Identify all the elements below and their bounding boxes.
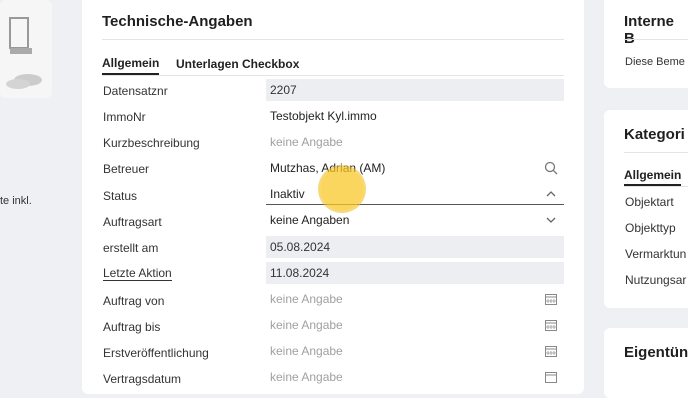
kategorie-item: Objektart: [625, 195, 674, 209]
status-select[interactable]: Inaktiv: [266, 183, 564, 205]
kategorie-tabs-divider: [624, 186, 688, 187]
label-immonr: ImmoNr: [103, 110, 146, 124]
kurzbeschreibung-field[interactable]: keine Angabe: [266, 131, 564, 153]
interne-text: Diese Beme: [625, 56, 685, 68]
label-letzte-aktion[interactable]: Letzte Aktion: [103, 267, 172, 281]
label-datensatznr: Datensatznr: [103, 84, 168, 98]
kategorie-title: Kategori: [624, 126, 685, 143]
tab-allgemein[interactable]: Allgemein: [102, 56, 159, 70]
title-divider: [102, 39, 564, 40]
label-auftragsart: Auftragsart: [103, 215, 162, 229]
kategorie-item: Vermarktun: [625, 247, 687, 261]
image-placeholder-icon: [6, 17, 42, 89]
status-value: Inaktiv: [270, 187, 305, 201]
interne-title: Interne B: [624, 13, 675, 47]
label-auftrag-bis: Auftrag bis: [103, 320, 161, 334]
image-thumbnail: [0, 0, 52, 98]
erstveroeffentlichung-field[interactable]: keine Angabe: [266, 340, 564, 362]
label-auftrag-von: Auftrag von: [103, 294, 165, 308]
label-erstellt-am: erstellt am: [103, 241, 159, 255]
kategorie-item: Nutzungsar: [625, 273, 687, 287]
card-title: Technische-Angaben: [102, 13, 253, 30]
tabs-divider: [102, 75, 564, 76]
auftrag-von-placeholder: keine Angabe: [270, 292, 343, 306]
vertragsdatum-field[interactable]: keine Angabe: [266, 366, 564, 384]
immonr-field[interactable]: Testobjekt Kyl.immo: [266, 105, 564, 127]
auftrag-von-field[interactable]: keine Angabe: [266, 288, 564, 310]
label-status: Status: [103, 189, 138, 203]
eigentuemer-card: [604, 328, 688, 398]
auftragsart-value: keine Angaben: [270, 213, 350, 227]
interne-divider: [624, 39, 688, 40]
eigentuemer-title: Eigentün: [624, 344, 688, 361]
kategorie-tab-allgemein[interactable]: Allgemein: [624, 168, 681, 182]
erstveroeffentlichung-placeholder: keine Angabe: [270, 344, 343, 358]
vertragsdatum-placeholder: keine Angabe: [270, 370, 343, 384]
calendar-icon[interactable]: [544, 344, 558, 358]
calendar-icon[interactable]: [544, 318, 558, 332]
chevron-down-icon[interactable]: [544, 213, 558, 227]
label-betreuer: Betreuer: [103, 162, 150, 176]
kategorie-item: Objekttyp: [625, 221, 676, 235]
letzte-aktion-field: 11.08.2024: [266, 262, 564, 284]
search-icon[interactable]: [544, 161, 558, 175]
erstellt-am-field: 05.08.2024: [266, 236, 564, 258]
chevron-up-icon[interactable]: [544, 187, 558, 201]
auftrag-bis-field[interactable]: keine Angabe: [266, 314, 564, 336]
label-erstveroeffentlichung: Erstveröffentlichung: [103, 346, 209, 360]
auftrag-bis-placeholder: keine Angabe: [270, 318, 343, 332]
click-indicator: [320, 167, 364, 211]
left-panel-text: te inkl.: [0, 195, 32, 207]
label-kurzbeschreibung: Kurzbeschreibung: [103, 136, 200, 150]
datensatznr-field: 2207: [266, 79, 564, 101]
betreuer-field[interactable]: Mutzhas, Adrian (AM): [266, 157, 564, 179]
calendar-icon[interactable]: [544, 292, 558, 306]
calendar-icon[interactable]: [544, 370, 558, 384]
tab-unterlagen-checkbox[interactable]: Unterlagen Checkbox: [176, 57, 299, 71]
auftragsart-select[interactable]: keine Angaben: [266, 209, 564, 231]
kategorie-divider: [624, 152, 688, 153]
